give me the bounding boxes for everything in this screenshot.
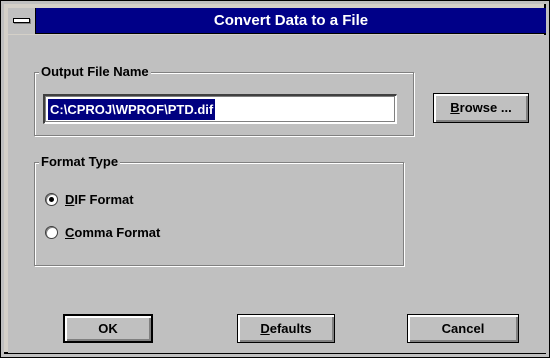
output-file-value: C:\CPROJ\WPROF\PTD.dif: [48, 99, 216, 120]
format-type-group-label: Format Type: [39, 154, 121, 170]
dialog-client-area: Output File Name C:\CPROJ\WPROF\PTD.dif …: [8, 35, 546, 353]
defaults-button[interactable]: Defaults: [237, 314, 335, 343]
output-file-group: Output File Name C:\CPROJ\WPROF\PTD.dif: [34, 64, 414, 136]
convert-data-dialog: Convert Data to a File Output File Name …: [0, 0, 550, 358]
cancel-button-label: Cancel: [441, 321, 485, 336]
ok-button-label: OK: [98, 321, 118, 336]
defaults-button-label: Defaults: [260, 321, 312, 336]
output-file-input[interactable]: C:\CPROJ\WPROF\PTD.dif: [43, 94, 397, 124]
system-menu-icon: [13, 18, 30, 23]
output-file-group-label: Output File Name: [39, 64, 151, 80]
system-menu-button[interactable]: [8, 8, 36, 34]
dialog-title: Convert Data to a File: [213, 12, 369, 29]
radio-dif-label: DIF Format: [65, 192, 134, 207]
browse-button-label: Browse ...: [450, 100, 512, 115]
radio-selected-dot: [49, 197, 54, 202]
format-type-group: Format Type DIF Format Comma Format: [34, 154, 404, 266]
radio-comma-label: Comma Format: [65, 225, 161, 240]
radio-comma-indicator[interactable]: [45, 226, 58, 239]
cancel-button[interactable]: Cancel: [407, 314, 519, 343]
radio-dif-indicator[interactable]: [45, 193, 58, 206]
ok-button[interactable]: OK: [63, 314, 153, 343]
browse-button[interactable]: Browse ...: [433, 93, 529, 123]
title-bar[interactable]: Convert Data to a File: [8, 8, 546, 34]
